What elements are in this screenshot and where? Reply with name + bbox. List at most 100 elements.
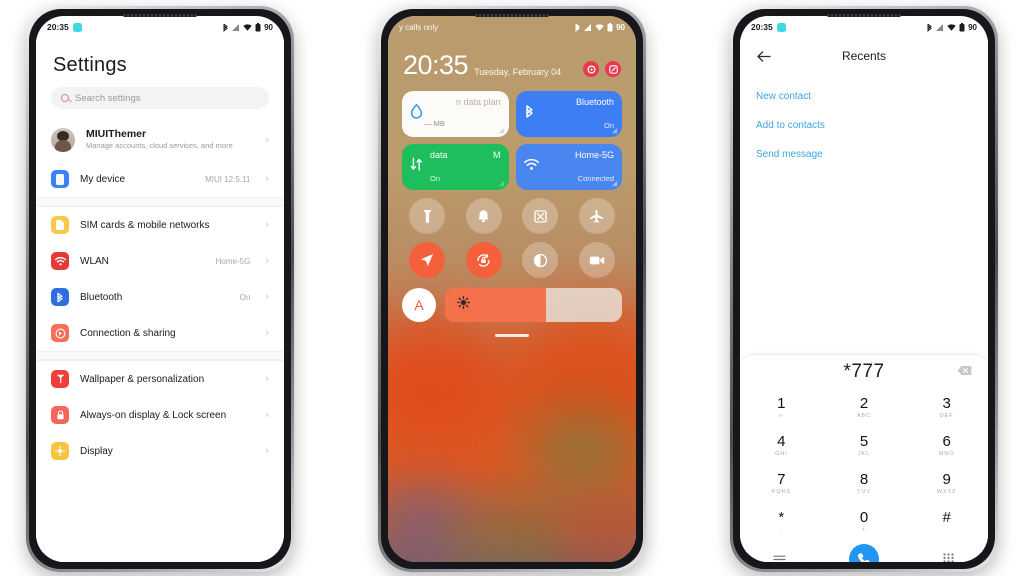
settings-item-label: Always-on display & Lock screen [80, 409, 227, 421]
dialed-number-row: *777 [740, 355, 988, 389]
bell-icon[interactable] [465, 198, 502, 234]
chevron-right-icon: › [265, 290, 269, 303]
keypad-icon[interactable] [940, 550, 958, 562]
quick-tiles: n data plan — MB Bluetooth On data M On … [388, 87, 636, 190]
status-bar-left: 20:35 [751, 22, 786, 32]
dial-key-1[interactable]: 1 ∞ [740, 389, 823, 427]
dial-key-2[interactable]: 2 ABC [823, 389, 906, 427]
dial-key-9[interactable]: 9 WXYZ [905, 465, 988, 503]
dialer-app: Recents New contact Add to contacts Send… [740, 38, 988, 562]
airplane-mode-icon[interactable] [578, 198, 615, 234]
account-row[interactable]: MIUIThemer Manage accounts, cloud servic… [36, 121, 284, 161]
battery-icon [255, 22, 261, 31]
screen-recorder-icon[interactable] [578, 242, 615, 278]
group-divider [36, 351, 284, 360]
settings-item-label: SIM cards & mobile networks [80, 219, 210, 231]
backspace-icon[interactable] [957, 363, 972, 381]
tile-subtitle: — MB [424, 119, 445, 128]
chevron-right-icon: › [265, 372, 269, 385]
tile-expand-icon [611, 180, 618, 187]
sidebar-item-connection-sharing[interactable]: Connection & sharing › [36, 315, 284, 351]
settings-item-label: Bluetooth [80, 291, 123, 303]
key-letters: ABC [856, 412, 871, 419]
key-digit: 8 [859, 471, 869, 489]
quick-toggles-row-1 [388, 190, 636, 234]
key-digit: 2 [859, 395, 869, 413]
search-input[interactable]: Search settings [51, 87, 269, 109]
phone-frame: 20:35 90 Recents New contact Add to cont… [730, 6, 998, 572]
key-digit: 7 [777, 471, 786, 489]
signal-icon [232, 23, 240, 31]
sidebar-item-my-device[interactable]: My device MIUI 12.5.11 › [36, 161, 284, 197]
auto-brightness-button[interactable]: A [402, 288, 436, 322]
chevron-right-icon: › [265, 408, 269, 421]
wifi-icon [595, 23, 604, 31]
send-message-link[interactable]: Send message [756, 140, 972, 169]
sidebar-item-display[interactable]: Display › [36, 433, 284, 469]
dial-key-6[interactable]: 6 MNO [905, 427, 988, 465]
sidebar-item-sim-cards[interactable]: SIM cards & mobile networks › [36, 207, 284, 243]
tile-mobile-data[interactable]: data M On [402, 144, 509, 190]
three-phones-showcase: 20:35 90 Settings Search settings MIUITh… [0, 0, 1024, 576]
dark-mode-icon[interactable] [522, 242, 559, 278]
key-letters: GHI [775, 450, 788, 457]
phone-frame: 20:35 90 Settings Search settings MIUITh… [26, 6, 294, 572]
key-letters: MNO [938, 450, 955, 457]
settings-group-device: My device MIUI 12.5.11 › [36, 161, 284, 197]
brightness-control: A [388, 278, 636, 322]
sidebar-item-bluetooth[interactable]: Bluetooth On › [36, 279, 284, 315]
screenshot-icon[interactable] [522, 198, 559, 234]
wifi-icon [51, 252, 69, 270]
battery-icon [607, 22, 613, 31]
account-name: MIUIThemer [86, 128, 147, 141]
phone-bezel: 20:35 90 Settings Search settings MIUITh… [29, 9, 291, 569]
location-icon[interactable] [409, 242, 446, 278]
dial-key-star[interactable]: *, [740, 503, 823, 541]
brightness-slider[interactable] [445, 288, 622, 322]
dial-key-7[interactable]: 7 PQRS [740, 465, 823, 503]
drag-handle[interactable] [495, 334, 529, 337]
sidebar-item-wallpaper[interactable]: Wallpaper & personalization › [36, 361, 284, 397]
brightness-sun-icon [456, 295, 471, 314]
settings-item-label: WLAN [80, 255, 109, 267]
flashlight-icon[interactable] [409, 198, 446, 234]
phone-frame: y calls only 90 20:35 Tuesday, February … [378, 6, 646, 572]
battery-icon [959, 22, 965, 31]
battery-percent: 90 [616, 22, 625, 32]
account-subtitle: Manage accounts, cloud services, and mor… [86, 141, 233, 151]
settings-item-value: MIUI 12.5.11 [205, 174, 251, 184]
settings-item-label: My device [80, 173, 126, 185]
new-contact-link[interactable]: New contact [756, 82, 972, 111]
chevron-right-icon: › [265, 326, 269, 339]
dial-key-hash[interactable]: # [905, 503, 988, 541]
tile-wlan[interactable]: Home-5G Connected [515, 144, 622, 190]
status-bar-right: 90 [222, 22, 273, 32]
sidebar-item-wlan[interactable]: WLAN Home-5G › [36, 243, 284, 279]
sidebar-item-lock-screen[interactable]: Always-on display & Lock screen › [36, 397, 284, 433]
search-placeholder: Search settings [75, 92, 141, 104]
dial-key-8[interactable]: 8 TUV [823, 465, 906, 503]
edit-icon[interactable] [605, 61, 621, 77]
status-bar: 20:35 90 [740, 16, 988, 38]
dial-key-4[interactable]: 4 GHI [740, 427, 823, 465]
back-arrow-icon[interactable] [754, 46, 774, 66]
tile-bluetooth[interactable]: Bluetooth On [515, 91, 622, 137]
quick-toggles-row-2 [388, 234, 636, 278]
key-digit: 4 [777, 433, 786, 451]
dial-key-0[interactable]: 0 + [823, 503, 906, 541]
search-icon [61, 94, 69, 102]
call-button[interactable] [848, 544, 879, 562]
auto-rotate-lock-icon[interactable] [465, 242, 502, 278]
key-digit: 1 [777, 395, 786, 413]
wallpaper-blob [563, 496, 636, 562]
earpiece-grille [475, 14, 549, 17]
control-center-body: y calls only 90 20:35 Tuesday, February … [388, 16, 636, 337]
settings-gear-icon[interactable] [583, 61, 599, 77]
dial-key-5[interactable]: 5 JKL [823, 427, 906, 465]
dial-key-3[interactable]: 3 DEF [905, 389, 988, 427]
menu-icon[interactable] [770, 550, 788, 562]
add-to-contacts-link[interactable]: Add to contacts [756, 111, 972, 140]
tile-data-plan[interactable]: n data plan — MB [402, 91, 509, 137]
earpiece-grille [827, 14, 901, 17]
dialed-number: *777 [843, 361, 885, 382]
